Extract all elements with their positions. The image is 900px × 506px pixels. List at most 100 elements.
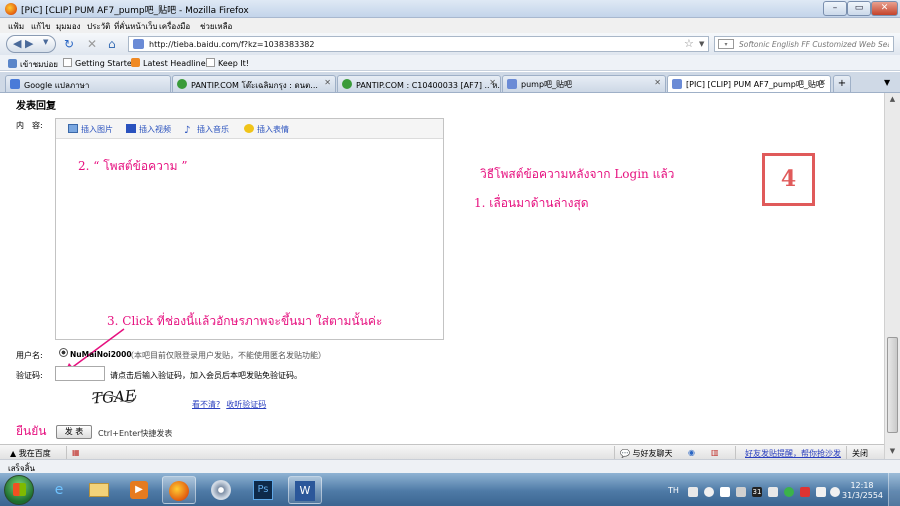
insert-video-button[interactable]: 插入视频 bbox=[126, 124, 171, 135]
menu-edit[interactable]: แก้ไข bbox=[31, 20, 51, 33]
input-language-indicator[interactable]: TH bbox=[668, 486, 679, 495]
share-icon[interactable]: ◉ bbox=[688, 448, 695, 457]
clock-time: 12:18 bbox=[850, 481, 874, 490]
close-tab-icon[interactable]: ✕ bbox=[819, 78, 826, 87]
submit-button[interactable]: 发 表 bbox=[56, 425, 92, 439]
bookmark-most-visited[interactable]: เข้าชมบ่อย bbox=[8, 58, 58, 71]
media-player-icon[interactable]: ▶ bbox=[122, 476, 156, 504]
scroll-down-icon[interactable]: ▼ bbox=[887, 447, 898, 455]
tray-security-icon[interactable] bbox=[800, 487, 810, 497]
back-forward-button[interactable]: ◀ ▶ ▼ bbox=[6, 35, 56, 53]
smiley-icon bbox=[244, 124, 254, 133]
tray-battery-icon[interactable] bbox=[816, 487, 826, 497]
tray-status-icon[interactable] bbox=[784, 487, 794, 497]
system-clock[interactable]: 12:18 31/3/2554 bbox=[842, 481, 883, 501]
minimize-button[interactable]: – bbox=[823, 1, 847, 16]
word-icon[interactable]: W bbox=[288, 476, 322, 504]
insert-image-button[interactable]: 插入图片 bbox=[68, 124, 113, 135]
windows-taskbar: e ▶ Ps W TH 31 12:18 31/3/2554 bbox=[0, 473, 900, 506]
post-editor[interactable]: 插入图片 插入视频 ♪ 插入音乐 插入表情 bbox=[55, 118, 444, 340]
tray-app-icon[interactable] bbox=[720, 487, 730, 497]
tab-pum-af7-active[interactable]: [PIC] [CLIP] PUM AF7_pump吧_贴吧 ✕ bbox=[667, 75, 831, 92]
bookmark-star-icon[interactable]: ☆ bbox=[684, 37, 694, 50]
menu-bookmarks[interactable]: ที่คั่นหน้าเว็บ bbox=[114, 20, 158, 33]
window-title: [PIC] [CLIP] PUM AF7_pump吧_贴吧 - Mozilla … bbox=[21, 6, 249, 16]
annotation-step-1: 1. เลื่อนมาด้านล่างสุด bbox=[474, 196, 589, 210]
start-button[interactable] bbox=[4, 475, 34, 505]
disc-icon[interactable] bbox=[204, 476, 238, 504]
tab-list-icon[interactable]: ▼ bbox=[884, 78, 890, 87]
close-window-button[interactable]: ✕ bbox=[871, 1, 898, 16]
tray-arrow-icon[interactable] bbox=[688, 487, 698, 497]
navigation-toolbar: ◀ ▶ ▼ ↻ ✕ ⌂ http://tieba.baidu.com/f?kz=… bbox=[0, 33, 900, 55]
menu-bar: แฟ้ม แก้ไข มุมมอง ประวัติ ที่คั่นหน้าเว็… bbox=[0, 18, 900, 33]
show-desktop-button[interactable] bbox=[888, 473, 900, 506]
close-tab-icon[interactable]: ✕ bbox=[489, 78, 496, 87]
tray-app-icon[interactable] bbox=[768, 487, 778, 497]
address-url[interactable]: http://tieba.baidu.com/f?kz=1038383382 bbox=[149, 40, 314, 49]
tray-calendar-icon[interactable]: 31 bbox=[752, 487, 762, 497]
annotation-instructions-title: วิธีโพสต์ข้อความหลังจาก Login แล้ว bbox=[480, 167, 675, 181]
menu-help[interactable]: ช่วยเหลือ bbox=[200, 20, 232, 33]
arrow-line bbox=[69, 328, 125, 370]
photoshop-icon[interactable]: Ps bbox=[246, 476, 280, 504]
stats-icon[interactable]: ▥ bbox=[711, 448, 719, 457]
insert-emoticon-button[interactable]: 插入表情 bbox=[244, 124, 289, 135]
maximize-button[interactable]: ▭ bbox=[847, 1, 871, 16]
reply-section-title: 发表回复 bbox=[16, 101, 56, 112]
tray-network-icon[interactable] bbox=[704, 487, 714, 497]
tab-google-translate[interactable]: Google แปลภาษา bbox=[5, 75, 171, 92]
captcha-label: 验证码: bbox=[16, 371, 43, 380]
close-tab-icon[interactable]: ✕ bbox=[654, 78, 661, 87]
captcha-input[interactable] bbox=[55, 366, 105, 381]
captcha-hint: 请点击后输入验证码，加入会员后本吧发贴免验证码。 bbox=[110, 371, 302, 380]
tab-pantip-1[interactable]: PANTIP.COM โต๊ะเฉลิมกรุง : ดนต... ✕ bbox=[172, 75, 336, 92]
my-baidu-menu[interactable]: ▲ 我在百度 bbox=[10, 448, 51, 459]
home-icon[interactable]: ⌂ bbox=[108, 37, 116, 51]
bookmark-getting-started[interactable]: Getting Started bbox=[63, 58, 137, 68]
annotation-step-2: 2. “ โพสต์ข้อความ ” bbox=[78, 159, 188, 173]
address-bar[interactable]: http://tieba.baidu.com/f?kz=1038383382 ☆… bbox=[128, 36, 709, 52]
username-radio[interactable] bbox=[59, 348, 68, 357]
history-dropdown-icon[interactable]: ▼ bbox=[43, 38, 48, 46]
hi-icon[interactable]: ▦ bbox=[72, 448, 80, 457]
scroll-thumb[interactable] bbox=[887, 337, 898, 433]
search-placeholder[interactable]: Softonic English FF Customized Web Sea bbox=[739, 40, 889, 49]
insert-music-button[interactable]: ♪ 插入音乐 bbox=[184, 124, 229, 136]
chat-with-friends-button[interactable]: 💬 与好友聊天 bbox=[620, 448, 673, 459]
firefox-logo-icon bbox=[5, 3, 17, 15]
search-box[interactable]: ▾ Softonic English FF Customized Web Sea bbox=[714, 36, 894, 52]
menu-file[interactable]: แฟ้ม bbox=[8, 20, 24, 33]
captcha-text: TGAE bbox=[91, 386, 136, 407]
bookmarks-toolbar: เข้าชมบ่อย Getting Started Latest Headli… bbox=[0, 55, 900, 71]
back-arrow-icon[interactable]: ◀ ▶ bbox=[13, 37, 33, 50]
tray-app-icon[interactable] bbox=[736, 487, 746, 497]
menu-history[interactable]: ประวัติ bbox=[87, 20, 110, 33]
firefox-icon[interactable] bbox=[162, 476, 196, 504]
page-icon bbox=[63, 58, 72, 67]
close-tab-icon[interactable]: ✕ bbox=[324, 78, 331, 87]
internet-explorer-icon[interactable]: e bbox=[42, 476, 76, 504]
friend-post-notify-link[interactable]: 好友发贴提醒，帮你抢沙发 bbox=[745, 448, 841, 459]
vertical-scrollbar[interactable]: ▲ ▼ bbox=[884, 93, 900, 459]
folder-icon[interactable] bbox=[82, 476, 116, 504]
close-bar-button[interactable]: 关闭 bbox=[852, 448, 868, 459]
captcha-refresh-link[interactable]: 看不清? bbox=[192, 400, 220, 409]
tab-pump-tieba[interactable]: pump吧_贴吧 ✕ bbox=[502, 75, 666, 92]
menu-tools[interactable]: เครื่องมือ bbox=[159, 20, 190, 33]
new-tab-button[interactable]: + bbox=[833, 75, 851, 92]
search-engine-icon[interactable]: ▾ bbox=[718, 39, 734, 49]
url-dropdown-icon[interactable]: ▼ bbox=[699, 40, 704, 48]
tray-volume-icon[interactable] bbox=[830, 487, 840, 497]
scroll-up-icon[interactable]: ▲ bbox=[887, 95, 898, 103]
bookmark-keep-it[interactable]: Keep It! bbox=[206, 58, 249, 68]
stop-icon[interactable]: ✕ bbox=[87, 37, 97, 51]
pantip-icon bbox=[177, 79, 187, 89]
reload-icon[interactable]: ↻ bbox=[64, 37, 74, 51]
tab-pantip-2[interactable]: PANTIP.COM : C10400033 [AF7] .. ห... ✕ bbox=[337, 75, 501, 92]
page-icon bbox=[206, 58, 215, 67]
bookmark-latest-headlines[interactable]: Latest Headlines bbox=[131, 58, 210, 68]
menu-view[interactable]: มุมมอง bbox=[56, 20, 81, 33]
pantip-icon bbox=[342, 79, 352, 89]
captcha-audio-link[interactable]: 收听验证码 bbox=[226, 400, 266, 409]
